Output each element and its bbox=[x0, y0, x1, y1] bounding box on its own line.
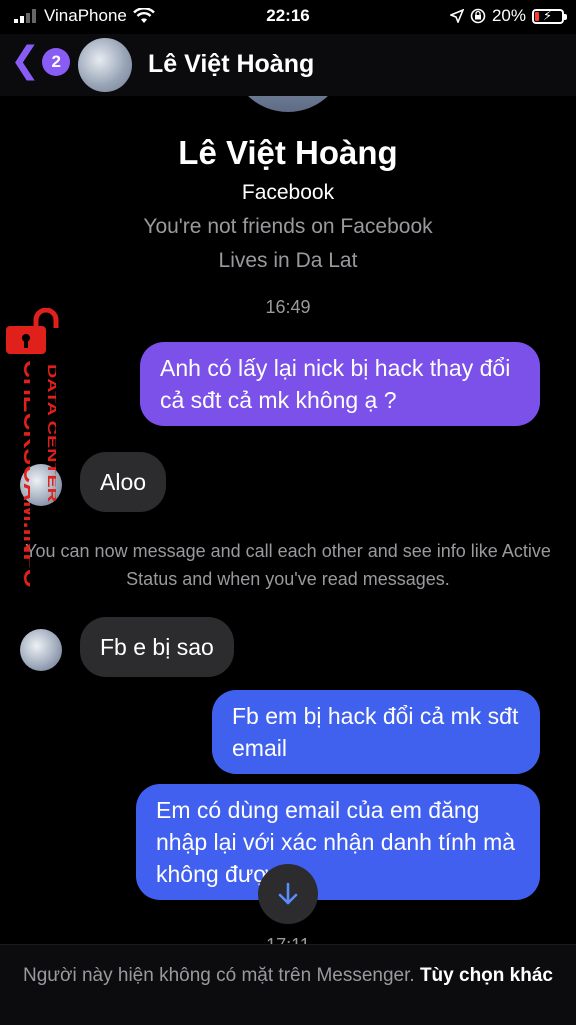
status-bar: VinaPhone 22:16 20% ⚡ bbox=[0, 0, 576, 34]
system-notice: You can now message and call each other … bbox=[25, 541, 551, 589]
watermark-main: CHECKSCAM.INFO bbox=[19, 360, 30, 588]
lock-icon bbox=[6, 308, 59, 354]
location-icon bbox=[449, 9, 464, 23]
message-bubble-incoming[interactable]: Fb e bị sao bbox=[80, 617, 234, 677]
message-bubble-outgoing[interactable]: Fb em bị hack đổi cả mk sđt email bbox=[212, 690, 540, 774]
profile-friend-status: You're not friends on Facebook bbox=[143, 215, 433, 238]
scroll-to-bottom-button[interactable] bbox=[258, 864, 318, 924]
message-bubble-outgoing[interactable]: Anh có lấy lại nick bị hack thay đổi cả … bbox=[140, 342, 540, 426]
footer-bar: Người này hiện không có mặt trên Messeng… bbox=[0, 944, 576, 1025]
profile-name: Lê Việt Hoàng bbox=[178, 134, 398, 171]
watermark-sub: DATA CENTER bbox=[45, 364, 56, 503]
chevron-left-icon: ❮ bbox=[10, 39, 41, 80]
back-button[interactable]: ❮ 2 bbox=[10, 42, 71, 78]
more-options-link[interactable]: Tùy chọn khác bbox=[420, 965, 553, 986]
svg-text:DATA CENTER: DATA CENTER bbox=[45, 364, 56, 503]
lock-rotation-icon bbox=[470, 8, 486, 24]
timestamp: 16:49 bbox=[265, 297, 311, 317]
unread-badge: 2 bbox=[42, 48, 71, 76]
footer-notice-block: Người này hiện không có mặt trên Messeng… bbox=[20, 963, 556, 989]
message-bubble-incoming[interactable]: Aloo bbox=[80, 452, 167, 512]
sender-avatar[interactable] bbox=[20, 629, 62, 671]
svg-text:CHECKSCAM.INFO: CHECKSCAM.INFO bbox=[19, 360, 30, 588]
battery-icon: ⚡ bbox=[532, 8, 567, 24]
timestamp: 17:11 bbox=[0, 932, 576, 944]
header-avatar[interactable] bbox=[78, 38, 132, 92]
conversation-header: ❮ 2 Lê Việt Hoàng bbox=[0, 34, 576, 96]
footer-notice: Người này hiện không có mặt trên Messeng… bbox=[23, 965, 415, 986]
header-contact-name[interactable]: Lê Việt Hoàng bbox=[148, 50, 314, 79]
arrow-down-icon bbox=[278, 882, 298, 905]
profile-location: Lives in Da Lat bbox=[218, 249, 358, 272]
message-bubble-outgoing[interactable]: Em có dùng email của em đăng nhập lại vớ… bbox=[136, 784, 540, 900]
battery-percent: 20% bbox=[491, 6, 526, 25]
status-right: 20% ⚡ bbox=[449, 6, 567, 26]
profile-platform: Facebook bbox=[241, 181, 335, 204]
